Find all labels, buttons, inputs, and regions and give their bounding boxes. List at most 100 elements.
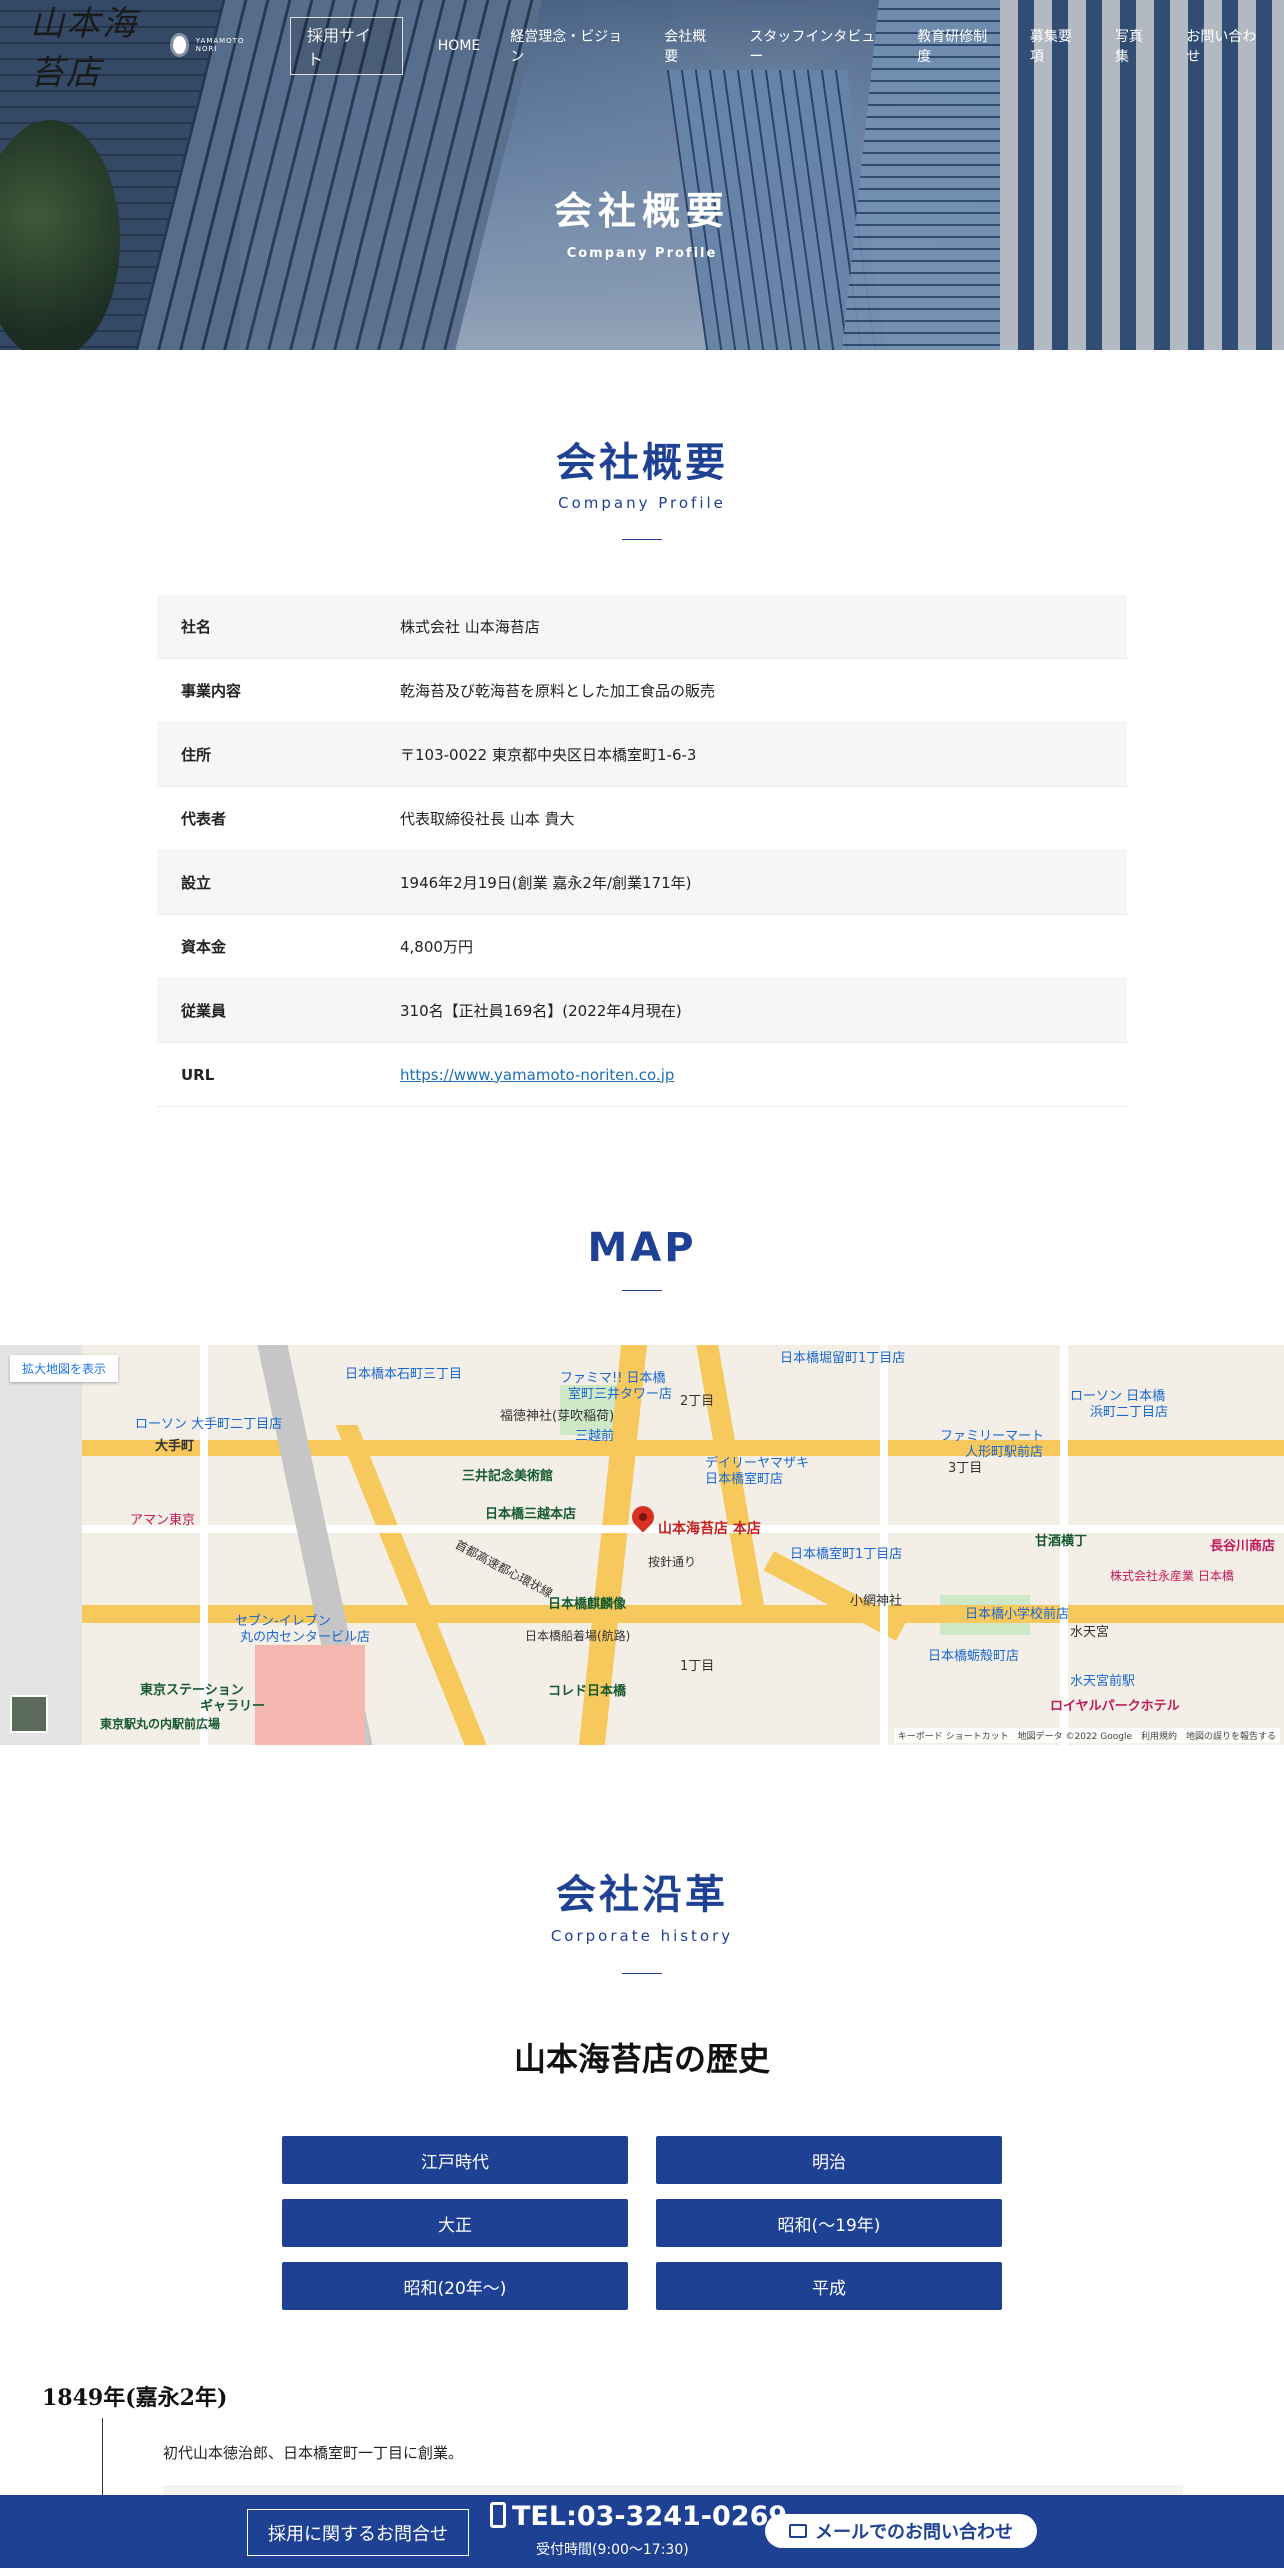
row-value: 1946年2月19日(創業 嘉永2年/創業171年) [400, 874, 692, 892]
map-label: 日本橋室町1丁目店 [790, 1547, 903, 1562]
map-label: 浜町二丁目店 [1090, 1405, 1169, 1420]
row-value: 310名【正社員169名】(2022年4月現在) [400, 1002, 682, 1020]
row-value: 代表取締役社長 山本 貴大 [400, 810, 575, 828]
tokyo-station-block [255, 1645, 365, 1745]
mail-inquiry-button[interactable]: メールでのお問い合わせ [765, 2514, 1037, 2548]
map-attribution[interactable]: キーボード ショートカット 地図データ ©2022 Google 利用規約 地図… [893, 1728, 1280, 1743]
row-label: 代表者 [181, 810, 227, 828]
map-label: 日本橋室町店 [705, 1472, 784, 1487]
map-label: 小網神社 [850, 1594, 903, 1609]
era-button-showa-late[interactable]: 昭和(20年～) [282, 2262, 628, 2310]
nav-home[interactable]: HOME [438, 38, 480, 54]
site-logo[interactable]: 山本海苔店 YAMAMOTO NORI [30, 4, 250, 93]
row-value: 乾海苔及び乾海苔を原料とした加工食品の販売 [400, 682, 716, 700]
table-row: 住所 〒103-0022 東京都中央区日本橋室町1-6-3 [157, 723, 1127, 787]
era-button-taisho[interactable]: 大正 [282, 2199, 628, 2247]
map-enlarge-link[interactable]: 拡大地図を表示 [10, 1355, 119, 1382]
map-label: 1丁目 [680, 1659, 715, 1674]
map-label: コレド日本橋 [548, 1684, 627, 1699]
map-label: 福徳神社(芽吹稲荷) [500, 1409, 615, 1424]
map-label: 大手町 [155, 1439, 195, 1454]
row-value: 4,800万円 [400, 938, 473, 956]
row-label: 設立 [181, 874, 212, 892]
era-button-meiji[interactable]: 明治 [656, 2136, 1002, 2184]
nav-philosophy[interactable]: 経営理念・ビジョン [510, 26, 634, 66]
company-url-link[interactable]: https://www.yamamoto-noriten.co.jp [400, 1066, 674, 1084]
logo-subtitle: YAMAMOTO NORI [195, 37, 245, 53]
table-row: 社名 株式会社 山本海苔店 [157, 595, 1127, 659]
map-label: ロイヤルパークホテル [1050, 1699, 1180, 1714]
map-label: アマン東京 [130, 1513, 196, 1528]
row-label: 資本金 [181, 938, 227, 956]
map-label: 2丁目 [680, 1394, 715, 1409]
hero-subtitle: Company Profile [566, 246, 718, 261]
profile-title: 会社概要 [556, 440, 728, 486]
map-label: ギャラリー [200, 1699, 266, 1714]
map-divider [622, 1290, 662, 1291]
business-hours: 受付時間(9:00～17:30) [536, 2542, 689, 2558]
phone-number[interactable]: TEL:03-3241-0269 [490, 2501, 787, 2532]
map-label: 日本橋三越本店 [485, 1507, 577, 1522]
logo-text: 山本海苔店 [30, 4, 138, 93]
nav-staff-interview[interactable]: スタッフインタビュー [749, 26, 887, 66]
table-row: 設立 1946年2月19日(創業 嘉永2年/創業171年) [157, 851, 1127, 915]
history-event: 初代山本徳治郎、日本橋室町一丁目に創業。 [163, 2444, 464, 2462]
google-map[interactable]: 拡大地図を表示 ファミマ!! 日本橋 室町三井タワー店 福徳神社(芽吹稲荷) 三… [0, 1345, 1284, 1745]
history-year: 1849年(嘉永2年) [42, 2385, 228, 2411]
map-left-strip [0, 1345, 82, 1745]
map-label: 三井記念美術館 [462, 1469, 554, 1484]
row-label: URL [181, 1065, 215, 1084]
table-row: 事業内容 乾海苔及び乾海苔を原料とした加工食品の販売 [157, 659, 1127, 723]
recruit-inquiry-button[interactable]: 採用に関するお問合せ [247, 2509, 469, 2556]
map-label: 按針通り [648, 1555, 697, 1569]
mail-icon [789, 2524, 807, 2538]
history-divider [622, 1973, 662, 1974]
era-button-heisei[interactable]: 平成 [656, 2262, 1002, 2310]
map-label: 日本橋蛎殻町店 [928, 1649, 1020, 1664]
history-subtitle: Corporate history [550, 1927, 734, 1945]
history-heading: 山本海苔店の歴史 [513, 2040, 770, 2078]
row-label: 事業内容 [181, 682, 242, 700]
logo-flower-icon [172, 36, 186, 54]
table-row: 従業員 310名【正社員169名】(2022年4月現在) [157, 979, 1127, 1043]
table-row: 代表者 代表取締役社長 山本 貴大 [157, 787, 1127, 851]
row-label: 住所 [181, 746, 212, 764]
era-button-edo[interactable]: 江戸時代 [282, 2136, 628, 2184]
satellite-toggle[interactable] [10, 1695, 48, 1733]
map-label: 丸の内センタービル店 [240, 1630, 371, 1645]
era-button-showa-early[interactable]: 昭和(～19年) [656, 2199, 1002, 2247]
global-nav: 採用サイト HOME 経営理念・ビジョン 会社概要 スタッフインタビュー 教育研… [290, 17, 1284, 75]
hero-banner: 山本海苔店 YAMAMOTO NORI 採用サイト HOME 経営理念・ビジョン… [0, 0, 1284, 350]
map-label: 水天宮前駅 [1070, 1674, 1136, 1689]
map-label: 3丁目 [948, 1461, 983, 1476]
map-title: MAP [587, 1225, 697, 1271]
nav-recruitment[interactable]: 募集要項 [1030, 26, 1085, 66]
phone-icon [490, 2502, 506, 2528]
nav-contact[interactable]: お問い合わせ [1186, 26, 1269, 66]
table-row: 資本金 4,800万円 [157, 915, 1127, 979]
history-title: 会社沿革 [556, 1872, 728, 1918]
map-label: 日本橋堀留町1丁目店 [780, 1351, 906, 1366]
mail-inquiry-label: メールでのお問い合わせ [815, 2522, 1013, 2543]
map-label: 三越前 [575, 1429, 615, 1444]
recruit-site-button[interactable]: 採用サイト [290, 17, 403, 75]
nav-company[interactable]: 会社概要 [664, 26, 719, 66]
map-label: 日本橋本石町三丁目 [345, 1367, 463, 1382]
map-label: 東京駅丸の内駅前広場 [100, 1717, 221, 1731]
row-label: 社名 [181, 618, 212, 636]
map-pin-label[interactable]: 山本海苔店 本店 [658, 1518, 761, 1538]
table-row: URL https://www.yamamoto-noriten.co.jp [157, 1043, 1127, 1107]
row-label: 従業員 [181, 1002, 227, 1020]
map-label: 甘酒横丁 [1035, 1534, 1088, 1549]
nav-gallery[interactable]: 写真集 [1115, 26, 1156, 66]
contact-bar: 採用に関するお問合せ TEL:03-3241-0269 受付時間(9:00～17… [0, 2495, 1284, 2568]
hero-title: 会社概要 [553, 189, 730, 233]
profile-subtitle: Company Profile [558, 494, 726, 512]
nav-training[interactable]: 教育研修制度 [917, 26, 1000, 66]
row-value: 株式会社 山本海苔店 [400, 618, 540, 636]
map-label: 日本橋小学校前店 [965, 1607, 1070, 1622]
phone-text: TEL:03-3241-0269 [512, 2501, 788, 2532]
map-pin-dot [639, 1513, 647, 1521]
map-label: 株式会社永産業 日本橋 [1110, 1569, 1234, 1583]
company-profile-table: 社名 株式会社 山本海苔店 事業内容 乾海苔及び乾海苔を原料とした加工食品の販売… [157, 595, 1127, 1107]
